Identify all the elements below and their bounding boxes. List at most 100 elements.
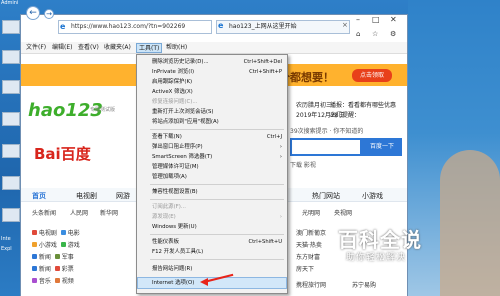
site-link[interactable]: 携程旅行网: [296, 280, 326, 289]
menu-item-f12-devtools[interactable]: F12 开发人员工具(L): [138, 247, 286, 257]
list-label: 新闻: [38, 266, 51, 273]
menu-separator: [150, 129, 284, 130]
menu-item-label: 查看下载(N): [152, 134, 182, 140]
logo-subtitle: 专题测试版: [90, 107, 116, 113]
menu-item-shortcut: Ctrl+Shift+P: [249, 69, 282, 75]
nav-tab-mini-games[interactable]: 小游戏: [362, 191, 383, 201]
nav-tab-games[interactable]: 网游: [116, 191, 130, 201]
menu-edit[interactable]: 编辑(E): [50, 43, 74, 53]
desktop-icon-label: Admini: [1, 0, 19, 6]
menu-item-windows-update[interactable]: Windows 更新(U): [138, 222, 286, 232]
search-button[interactable]: 百度一下: [362, 138, 402, 156]
desktop-icon[interactable]: [2, 144, 20, 158]
film-icon: [60, 230, 66, 235]
menu-item-label: SmartScreen 筛选器(T): [152, 154, 213, 160]
desktop-icon[interactable]: [2, 112, 20, 126]
menu-item-inprivate[interactable]: InPrivate 浏览(I) Ctrl+Shift+P: [138, 67, 286, 77]
list-item[interactable]: 小游戏 游戏: [32, 240, 80, 249]
joystick-icon: [60, 242, 66, 247]
favorites-star-icon[interactable]: ☆: [372, 30, 378, 38]
desktop-icon[interactable]: [2, 50, 20, 64]
menu-item-manage-addons[interactable]: 管理加载项(A): [138, 172, 286, 182]
site-link[interactable]: 房天下: [296, 264, 314, 273]
home-icon[interactable]: ⌂: [356, 30, 360, 38]
menu-item-label: 性能仪表板: [152, 239, 179, 245]
sub-links[interactable]: 下载 影视: [290, 160, 316, 169]
list-label: 音乐: [38, 278, 51, 285]
menu-item-tracking-protection[interactable]: 启用跟踪保护(K): [138, 77, 286, 87]
minimize-icon[interactable]: –: [356, 15, 360, 24]
sub-nav-headlines[interactable]: 头条新闻: [32, 208, 56, 217]
address-bar[interactable]: https://www.hao123.com/?tn=902269: [58, 20, 212, 34]
nav-tab-home[interactable]: 首页: [32, 191, 46, 201]
desktop-icon[interactable]: [2, 208, 20, 222]
lunar-date: 农历腊月初三: [296, 102, 333, 109]
menu-item-delete-history[interactable]: 删除浏览历史记录(D)... Ctrl+Shift+Del: [138, 57, 286, 67]
menu-tools[interactable]: 工具(T): [136, 43, 163, 53]
sub-nav-xinhua[interactable]: 新华网: [100, 208, 118, 217]
site-link[interactable]: 东方财富: [296, 252, 320, 261]
sub-nav-cctv[interactable]: 央视网: [334, 208, 352, 217]
menu-item-reopen-session[interactable]: 重新打开上次浏览会话(S): [138, 107, 286, 117]
nav-tab-hot-sites[interactable]: 热门网站: [312, 191, 340, 201]
menu-item-add-to-apps[interactable]: 将站点添加到"应用"视图(A): [138, 117, 286, 127]
menu-separator: [150, 184, 284, 185]
site-link[interactable]: 澳门新葡京: [296, 228, 326, 237]
ie-page-icon: e: [60, 22, 66, 31]
banner-button[interactable]: 点击领取: [352, 69, 392, 82]
military-icon: [54, 254, 60, 259]
site-link[interactable]: 苏宁易购: [352, 280, 376, 289]
submenu-arrow-icon: ›: [279, 214, 282, 220]
menu-help[interactable]: 帮助(H): [164, 43, 189, 53]
sub-nav-people[interactable]: 人民网: [70, 208, 88, 217]
menu-item-performance-dashboard[interactable]: 性能仪表板 Ctrl+Shift+U: [138, 237, 286, 247]
menu-item-view-downloads[interactable]: 查看下载(N) Ctrl+J: [138, 132, 286, 142]
sub-nav-guangming[interactable]: 光明网: [302, 208, 320, 217]
menu-item-compat-view[interactable]: 兼容性视图设置(B): [138, 187, 286, 197]
list-label: 彩票: [61, 266, 74, 273]
menu-separator: [150, 234, 284, 235]
maximize-icon[interactable]: □: [372, 15, 380, 24]
menu-favorites[interactable]: 收藏夹(A): [102, 43, 133, 53]
menu-item-shortcut: Ctrl+Shift+U: [248, 239, 282, 245]
menu-item-report-site[interactable]: 报告网站问题(R): [138, 264, 286, 274]
news-icon: [32, 254, 37, 259]
desktop-icon[interactable]: [2, 20, 20, 34]
news-icon: [32, 266, 37, 271]
game-icon: [32, 242, 37, 247]
desktop-icon[interactable]: [2, 80, 20, 94]
music-icon: [32, 278, 37, 283]
settings-gear-icon[interactable]: ⚙: [390, 30, 396, 38]
menu-item-feed-discovery: 源发现(E) ›: [138, 212, 286, 222]
browser-tab[interactable]: hao123_上网从这里开始: [216, 20, 350, 34]
list-item[interactable]: 新闻 军事: [32, 252, 74, 261]
menu-item-popup-blocker[interactable]: 弹出窗口阻止程序(P) ›: [138, 142, 286, 152]
back-button[interactable]: ←: [26, 6, 40, 20]
list-item[interactable]: 新闻 彩票: [32, 264, 74, 273]
close-tab-icon[interactable]: ×: [342, 21, 348, 29]
menu-view[interactable]: 查看(V): [76, 43, 101, 53]
desktop-icon-label: Expl: [1, 246, 12, 252]
menu-separator: [150, 259, 284, 260]
menu-separator: [150, 199, 284, 200]
nav-tab-tv[interactable]: 电视剧: [76, 191, 97, 201]
list-item[interactable]: 电视剧 电影: [32, 228, 80, 237]
list-label: 电影: [67, 230, 80, 237]
annotation-arrow-head: [200, 278, 208, 286]
menu-item-media-licenses[interactable]: 管理媒体许可证(M): [138, 162, 286, 172]
desktop-icon[interactable]: [2, 176, 20, 190]
menu-item-activex-filter[interactable]: ActiveX 筛选(X): [138, 87, 286, 97]
site-link[interactable]: 天猫·热卖: [296, 240, 322, 249]
list-label: 视频: [61, 278, 74, 285]
menu-item-label: 源发现(E): [152, 214, 176, 220]
menu-file[interactable]: 文件(F): [24, 43, 48, 53]
search-input[interactable]: [290, 138, 362, 156]
forward-button[interactable]: →: [44, 9, 54, 19]
list-item[interactable]: 音乐 视频: [32, 276, 74, 285]
menu-item-label: 弹出窗口阻止程序(P): [152, 144, 203, 150]
close-window-icon[interactable]: ✕: [390, 15, 397, 24]
baidu-logo[interactable]: Bai百度: [34, 143, 91, 164]
menu-item-shortcut: Ctrl+Shift+Del: [243, 59, 282, 65]
list-label: 军事: [61, 254, 74, 261]
menu-item-smartscreen[interactable]: SmartScreen 筛选器(T) ›: [138, 152, 286, 162]
